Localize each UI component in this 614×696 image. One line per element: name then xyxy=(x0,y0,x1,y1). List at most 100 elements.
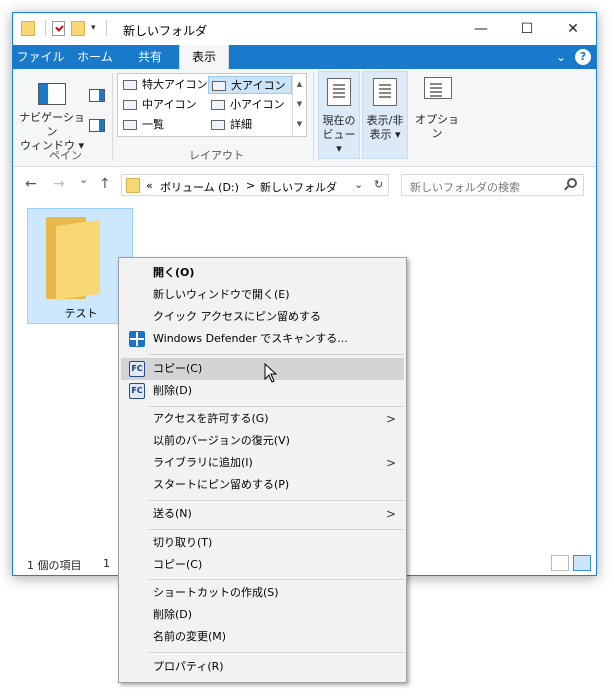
show-hide-label: 表示/非 表示 ▾ xyxy=(366,114,404,141)
layout-gallery-scroll[interactable]: ▲ ▼ ▼ xyxy=(292,74,306,136)
show-hide-icon xyxy=(373,78,397,106)
forward-button[interactable]: → xyxy=(53,176,65,192)
small-icons-icon xyxy=(211,100,225,110)
menu-divider xyxy=(149,406,404,407)
fastcopy-icon: FC xyxy=(129,383,145,399)
submenu-chevron-icon: > xyxy=(385,456,396,470)
maximize-button[interactable]: ☐ xyxy=(504,13,550,45)
recent-locations-button[interactable]: ⌄ xyxy=(79,173,88,186)
menu-divider xyxy=(149,529,404,530)
details-pane-icon[interactable] xyxy=(89,119,105,132)
fastcopy-icon: FC xyxy=(129,361,145,377)
layout-details[interactable]: 詳細 xyxy=(208,116,292,134)
menu-item-properties[interactable]: プロパティ(R) xyxy=(121,656,404,678)
extra-large-icons-icon xyxy=(123,80,137,90)
folder-icon xyxy=(21,20,35,36)
back-button[interactable]: ← xyxy=(25,176,37,192)
current-view-icon xyxy=(327,78,351,106)
context-menu: 開く(O) 新しいウィンドウで開く(E) クイック アクセスにピン留めする Wi… xyxy=(118,257,407,683)
search-icon xyxy=(567,178,577,188)
menu-item-fc-copy[interactable]: FC コピー(C) xyxy=(121,358,404,380)
options-label: オプション xyxy=(415,113,459,140)
minimize-button[interactable]: — xyxy=(458,13,504,45)
layout-group-label: レイアウト xyxy=(189,149,244,162)
menu-item-open-new-window[interactable]: 新しいウィンドウで開く(E) xyxy=(121,284,404,306)
new-folder-icon[interactable] xyxy=(71,20,85,36)
address-history-dropdown[interactable]: ⌄ xyxy=(354,178,363,191)
breadcrumb-folder[interactable]: 新しいフォルダ xyxy=(260,179,337,195)
qat-divider xyxy=(45,20,46,36)
layout-list[interactable]: 一覧 xyxy=(120,116,208,134)
window-title: 新しいフォルダ xyxy=(123,24,208,38)
properties-icon[interactable] xyxy=(52,20,65,36)
breadcrumb-drive[interactable]: ボリューム (D:) xyxy=(160,179,239,195)
up-button[interactable]: ↑ xyxy=(99,176,111,192)
menu-item-cut[interactable]: 切り取り(T) xyxy=(121,532,404,554)
navigation-pane-label-1: ナビゲーション xyxy=(19,111,85,138)
layout-small-icons[interactable]: 小アイコン xyxy=(208,96,292,114)
menu-item-open[interactable]: 開く(O) xyxy=(121,262,404,284)
close-icon: ✕ xyxy=(567,21,579,37)
menu-divider xyxy=(149,500,404,501)
pane-group-label: ペイン xyxy=(49,149,82,162)
menu-item-rename[interactable]: 名前の変更(M) xyxy=(121,626,404,648)
layout-gallery: 特大アイコン 大アイコン 中アイコン 小アイコン 一覧 詳細 ▲ ▼ ▼ xyxy=(117,73,307,137)
breadcrumb-separator[interactable]: > xyxy=(246,179,255,192)
menu-item-pin-start[interactable]: スタートにピン留めする(P) xyxy=(121,474,404,496)
menu-item-pin-quick-access[interactable]: クイック アクセスにピン留めする xyxy=(121,306,404,328)
minimize-icon: — xyxy=(474,21,488,37)
menu-item-copy[interactable]: コピー(C) xyxy=(121,554,404,576)
ribbon-expand-icon[interactable]: ⌄ xyxy=(556,50,566,64)
menu-item-delete[interactable]: 削除(D) xyxy=(121,604,404,626)
layout-extra-large-icons[interactable]: 特大アイコン xyxy=(120,76,208,94)
details-view-icon[interactable] xyxy=(551,555,569,571)
menu-item-send-to[interactable]: 送る(N) > xyxy=(121,503,404,525)
submenu-chevron-icon: > xyxy=(385,412,396,426)
options-icon xyxy=(424,77,452,99)
options-button[interactable]: オプション xyxy=(411,71,463,159)
scroll-down-icon[interactable]: ▼ xyxy=(293,94,306,114)
large-icons-icon xyxy=(212,81,226,91)
current-view-button[interactable]: 現在の ビュー ▾ xyxy=(318,71,360,159)
layout-medium-icons[interactable]: 中アイコン xyxy=(120,96,208,114)
menu-item-create-shortcut[interactable]: ショートカットの作成(S) xyxy=(121,582,404,604)
menu-item-give-access[interactable]: アクセスを許可する(G) > xyxy=(121,408,404,430)
navigation-bar: ← → ⌄ ↑ « ボリューム (D:) > 新しいフォルダ ⌄ ↻ 新しいフォ… xyxy=(13,170,596,200)
menu-item-defender-scan[interactable]: Windows Defender でスキャンする... xyxy=(121,328,404,350)
breadcrumb-overflow[interactable]: « xyxy=(146,179,153,192)
selected-count: 1 xyxy=(103,557,110,570)
item-count: 1 個の項目 xyxy=(27,559,82,572)
preview-pane-icon[interactable] xyxy=(89,89,105,102)
quick-access-toolbar: ▾ xyxy=(21,20,107,36)
tab-file[interactable]: ファイル xyxy=(13,45,68,69)
show-hide-button[interactable]: 表示/非 表示 ▾ xyxy=(362,71,408,159)
gallery-expand-icon[interactable]: ▼ xyxy=(293,114,306,134)
menu-item-fc-delete[interactable]: FC 削除(D) xyxy=(121,380,404,402)
menu-item-include-library[interactable]: ライブラリに追加(I) > xyxy=(121,452,404,474)
customize-qat-button[interactable]: ▾ xyxy=(91,23,96,33)
ribbon-divider xyxy=(313,73,314,161)
search-box[interactable]: 新しいフォルダの検索 xyxy=(401,174,584,196)
refresh-icon[interactable]: ↻ xyxy=(374,178,383,191)
medium-icons-icon xyxy=(123,100,137,110)
close-button[interactable]: ✕ xyxy=(550,13,596,45)
menu-item-restore-versions[interactable]: 以前のバージョンの復元(V) xyxy=(121,430,404,452)
menu-divider xyxy=(149,579,404,580)
tab-home[interactable]: ホーム xyxy=(70,45,120,69)
details-icon xyxy=(211,120,225,130)
scroll-up-icon[interactable]: ▲ xyxy=(293,74,306,94)
search-placeholder: 新しいフォルダの検索 xyxy=(410,181,520,194)
folder-icon xyxy=(126,178,140,193)
large-icons-view-icon[interactable] xyxy=(573,555,591,571)
maximize-icon: ☐ xyxy=(520,21,534,37)
layout-large-icons[interactable]: 大アイコン xyxy=(208,76,292,94)
help-icon[interactable]: ? xyxy=(575,49,591,65)
tab-view[interactable]: 表示 xyxy=(179,45,229,69)
tab-share[interactable]: 共有 xyxy=(125,45,175,69)
mouse-cursor-icon xyxy=(264,363,278,383)
menu-divider xyxy=(149,354,404,355)
current-view-label: 現在の ビュー ▾ xyxy=(322,114,356,155)
submenu-chevron-icon: > xyxy=(385,507,396,521)
navigation-pane-icon[interactable] xyxy=(38,83,66,105)
address-bar[interactable]: « ボリューム (D:) > 新しいフォルダ ⌄ ↻ xyxy=(121,174,389,196)
